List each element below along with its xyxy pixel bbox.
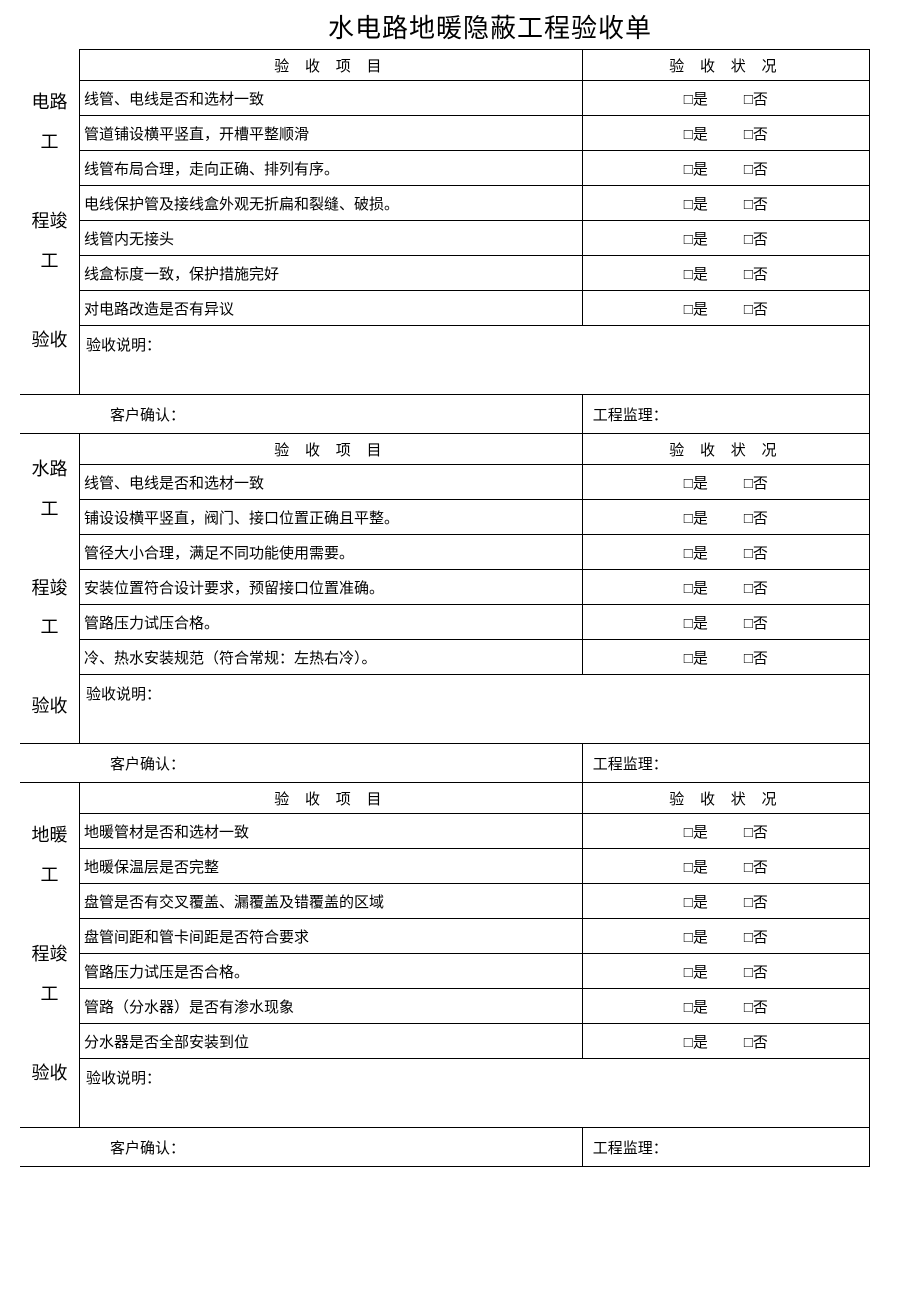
table-row: 管道铺设横平竖直，开槽平整顺滑□是□否	[20, 116, 870, 151]
yes-no-cell[interactable]: □是□否	[582, 570, 869, 605]
item-text: 管道铺设横平竖直，开槽平整顺滑	[80, 116, 583, 151]
item-text: 线管内无接头	[80, 221, 583, 256]
table-row: 冷、热水安装规范（符合常规：左热右冷）。□是□否	[20, 640, 870, 675]
note-cell[interactable]: 验收说明：	[80, 326, 870, 395]
yes-no-cell[interactable]: □是□否	[582, 465, 869, 500]
item-text: 线管、电线是否和选材一致	[80, 465, 583, 500]
item-text: 管路压力试压合格。	[80, 605, 583, 640]
item-text: 线管、电线是否和选材一致	[80, 81, 583, 116]
table-row: 地暖管材是否和选材一致□是□否	[20, 814, 870, 849]
yes-no-cell[interactable]: □是□否	[582, 535, 869, 570]
table-row: 安装位置符合设计要求，预留接口位置准确。□是□否	[20, 570, 870, 605]
item-text: 管径大小合理，满足不同功能使用需要。	[80, 535, 583, 570]
table-row: 分水器是否全部安装到位□是□否	[20, 1024, 870, 1059]
table-row: 盘管是否有交叉覆盖、漏覆盖及错覆盖的区域□是□否	[20, 884, 870, 919]
yes-no-cell[interactable]: □是□否	[582, 814, 869, 849]
note-cell[interactable]: 验收说明：	[80, 1059, 870, 1128]
col-header-status: 验 收 状 况	[582, 783, 869, 814]
table-row: 铺设设横平竖直，阀门、接口位置正确且平整。□是□否	[20, 500, 870, 535]
acceptance-table: 电路工程竣工验收 验 收 项 目 验 收 状 况 线管、电线是否和选材一致□是□…	[20, 49, 870, 1167]
yes-no-cell[interactable]: □是□否	[582, 919, 869, 954]
table-row: 电线保护管及接线盒外观无折扁和裂缝、破损。□是□否	[20, 186, 870, 221]
item-text: 对电路改造是否有异议	[80, 291, 583, 326]
table-row: 线管布局合理，走向正确、排列有序。□是□否	[20, 151, 870, 186]
table-row: 线盒标度一致，保护措施完好□是□否	[20, 256, 870, 291]
yes-no-cell[interactable]: □是□否	[582, 256, 869, 291]
customer-sign[interactable]: 客户确认：	[20, 1128, 582, 1167]
yes-no-cell[interactable]: □是□否	[582, 849, 869, 884]
customer-sign[interactable]: 客户确认：	[20, 744, 582, 783]
table-row: 线管、电线是否和选材一致□是□否	[20, 465, 870, 500]
item-text: 盘管是否有交叉覆盖、漏覆盖及错覆盖的区域	[80, 884, 583, 919]
table-row: 管路压力试压合格。□是□否	[20, 605, 870, 640]
yes-no-cell[interactable]: □是□否	[582, 605, 869, 640]
item-text: 电线保护管及接线盒外观无折扁和裂缝、破损。	[80, 186, 583, 221]
table-row: 线管内无接头□是□否	[20, 221, 870, 256]
yes-no-cell[interactable]: □是□否	[582, 500, 869, 535]
table-row: 对电路改造是否有异议□是□否	[20, 291, 870, 326]
yes-no-cell[interactable]: □是□否	[582, 291, 869, 326]
yes-no-cell[interactable]: □是□否	[582, 116, 869, 151]
yes-no-cell[interactable]: □是□否	[582, 640, 869, 675]
table-row: 盘管间距和管卡间距是否符合要求□是□否	[20, 919, 870, 954]
col-header-status: 验 收 状 况	[582, 434, 869, 465]
col-header-status: 验 收 状 况	[582, 50, 869, 81]
yes-no-cell[interactable]: □是□否	[582, 989, 869, 1024]
yes-no-cell[interactable]: □是□否	[582, 151, 869, 186]
item-text: 盘管间距和管卡间距是否符合要求	[80, 919, 583, 954]
item-text: 地暖管材是否和选材一致	[80, 814, 583, 849]
col-header-item: 验 收 项 目	[80, 50, 583, 81]
page-title: 水电路地暖隐蔽工程验收单	[110, 0, 870, 49]
item-text: 管路（分水器）是否有渗水现象	[80, 989, 583, 1024]
item-text: 安装位置符合设计要求，预留接口位置准确。	[80, 570, 583, 605]
table-row: 线管、电线是否和选材一致□是□否	[20, 81, 870, 116]
table-row: 管径大小合理，满足不同功能使用需要。□是□否	[20, 535, 870, 570]
table-row: 管路压力试压是否合格。□是□否	[20, 954, 870, 989]
section-label-heating: 地暖工程竣工验收	[20, 783, 80, 1128]
supervisor-sign[interactable]: 工程监理：	[582, 1128, 869, 1167]
item-text: 铺设设横平竖直，阀门、接口位置正确且平整。	[80, 500, 583, 535]
yes-no-cell[interactable]: □是□否	[582, 186, 869, 221]
table-row: 地暖保温层是否完整□是□否	[20, 849, 870, 884]
yes-no-cell[interactable]: □是□否	[582, 954, 869, 989]
item-text: 管路压力试压是否合格。	[80, 954, 583, 989]
section-label-electric: 电路工程竣工验收	[20, 50, 80, 395]
col-header-item: 验 收 项 目	[80, 434, 583, 465]
customer-sign[interactable]: 客户确认：	[20, 395, 582, 434]
yes-no-cell[interactable]: □是□否	[582, 1024, 869, 1059]
table-row: 管路（分水器）是否有渗水现象□是□否	[20, 989, 870, 1024]
yes-no-cell[interactable]: □是□否	[582, 221, 869, 256]
item-text: 分水器是否全部安装到位	[80, 1024, 583, 1059]
section-label-water: 水路工程竣工验收	[20, 434, 80, 744]
item-text: 地暖保温层是否完整	[80, 849, 583, 884]
supervisor-sign[interactable]: 工程监理：	[582, 395, 869, 434]
supervisor-sign[interactable]: 工程监理：	[582, 744, 869, 783]
yes-no-cell[interactable]: □是□否	[582, 81, 869, 116]
item-text: 线盒标度一致，保护措施完好	[80, 256, 583, 291]
yes-no-cell[interactable]: □是□否	[582, 884, 869, 919]
col-header-item: 验 收 项 目	[80, 783, 583, 814]
note-cell[interactable]: 验收说明：	[80, 675, 870, 744]
item-text: 冷、热水安装规范（符合常规：左热右冷）。	[80, 640, 583, 675]
item-text: 线管布局合理，走向正确、排列有序。	[80, 151, 583, 186]
